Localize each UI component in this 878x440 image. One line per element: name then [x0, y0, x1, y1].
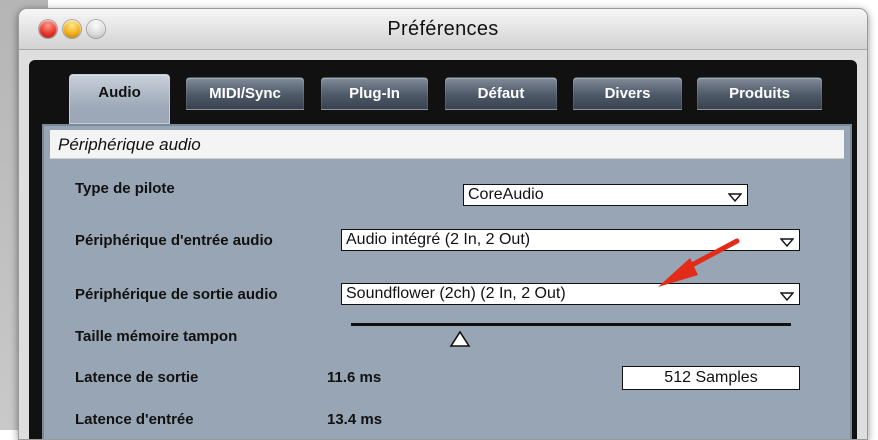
- tab-misc[interactable]: Divers: [573, 77, 682, 110]
- output-latency-value: 11.6 ms: [327, 369, 382, 386]
- preferences-content: Audio MIDI/Sync Plug-In Défaut Divers Pr…: [29, 60, 857, 439]
- input-device-value: Audio intégré (2 In, 2 Out): [346, 231, 531, 248]
- chevron-down-icon: [780, 238, 794, 247]
- audio-device-section-header: Périphérique audio: [50, 130, 844, 159]
- input-device-label: Périphérique d'entrée audio: [75, 232, 273, 249]
- chevron-down-icon: [728, 193, 742, 202]
- input-latency-label: Latence d'entrée: [75, 411, 194, 428]
- input-latency-value: 13.4 ms: [327, 411, 383, 428]
- driver-type-select[interactable]: CoreAudio: [463, 184, 748, 206]
- output-device-label: Périphérique de sortie audio: [75, 286, 278, 303]
- tab-audio[interactable]: Audio: [69, 74, 170, 124]
- title-bar[interactable]: Préférences: [19, 9, 867, 50]
- tab-products[interactable]: Produits: [697, 77, 822, 110]
- triangle-icon[interactable]: [449, 330, 471, 348]
- section-title: Périphérique audio: [58, 135, 201, 154]
- buffer-size-label: Taille mémoire tampon: [75, 328, 238, 345]
- driver-type-value: CoreAudio: [468, 186, 544, 203]
- input-device-select[interactable]: Audio intégré (2 In, 2 Out): [341, 229, 800, 251]
- output-latency-label: Latence de sortie: [75, 369, 199, 386]
- output-device-value: Soundflower (2ch) (2 In, 2 Out): [346, 285, 566, 302]
- tab-plug-in[interactable]: Plug-In: [321, 77, 428, 110]
- tab-default[interactable]: Défaut: [445, 77, 557, 110]
- output-device-select[interactable]: Soundflower (2ch) (2 In, 2 Out): [341, 283, 800, 305]
- chevron-down-icon: [780, 292, 794, 301]
- window-title: Préférences: [387, 18, 499, 40]
- tab-midi-sync[interactable]: MIDI/Sync: [186, 77, 304, 110]
- driver-type-label: Type de pilote: [75, 180, 175, 197]
- preferences-window: Préférences Audio MIDI/Sync Plug-In Défa…: [18, 8, 868, 440]
- audio-settings-panel: Périphérique audio Type de pilote CoreAu…: [42, 124, 852, 439]
- buffer-size-slider-track[interactable]: [351, 323, 791, 326]
- buffer-samples-field[interactable]: 512 Samples: [622, 366, 800, 390]
